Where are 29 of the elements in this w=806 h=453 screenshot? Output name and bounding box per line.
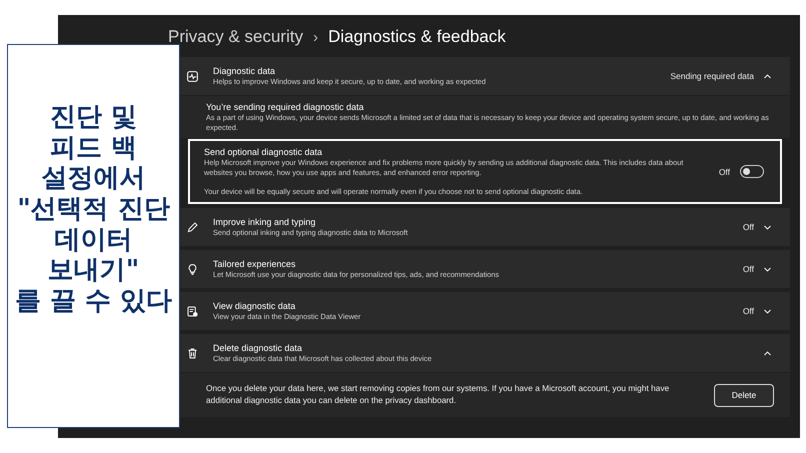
document-icon [186, 304, 199, 318]
setting-title: Delete diagnostic data [213, 342, 304, 353]
setting-title: Tailored experiences [213, 258, 297, 269]
info-title: You’re sending required diagnostic data [206, 102, 365, 112]
setting-title: Send optional diagnostic data [204, 147, 324, 158]
chevron-down-icon[interactable] [763, 222, 772, 232]
setting-title: View diagnostic data [213, 300, 296, 311]
toggle-switch[interactable] [740, 165, 764, 178]
breadcrumb-separator: › [313, 29, 318, 46]
setting-title: Diagnostic data [213, 66, 276, 76]
chevron-up-icon[interactable] [763, 72, 772, 80]
delete-explanation: Once you delete your data here, we start removing copies from our systems. If you have a Microsoft account, you might have additional diagnostic data you can delete on the privacy dashboard. [206, 383, 670, 407]
annotation-callout: 진단 및 피드 백 설정에서 "선택적 진단 데이터 보내기" 를 끌 수 있다 [7, 44, 180, 428]
lightbulb-icon [186, 262, 199, 276]
delete-button[interactable]: Delete [714, 384, 774, 407]
chevron-down-icon[interactable] [763, 306, 772, 316]
trash-icon [186, 346, 199, 360]
setting-status: Off [742, 222, 754, 232]
page-title: Diagnostics & feedback [328, 27, 506, 47]
activity-icon [186, 70, 199, 82]
toggle-label: Off [718, 166, 730, 177]
chevron-up-icon[interactable] [763, 348, 772, 358]
setting-status: Off [742, 264, 754, 274]
chevron-down-icon[interactable] [763, 264, 772, 274]
setting-title: Improve inking and typing [213, 216, 317, 227]
setting-status: Sending required data [670, 71, 754, 81]
breadcrumb-parent[interactable]: Privacy & security [168, 27, 304, 47]
pen-icon [186, 220, 199, 234]
setting-status: Off [742, 306, 754, 316]
